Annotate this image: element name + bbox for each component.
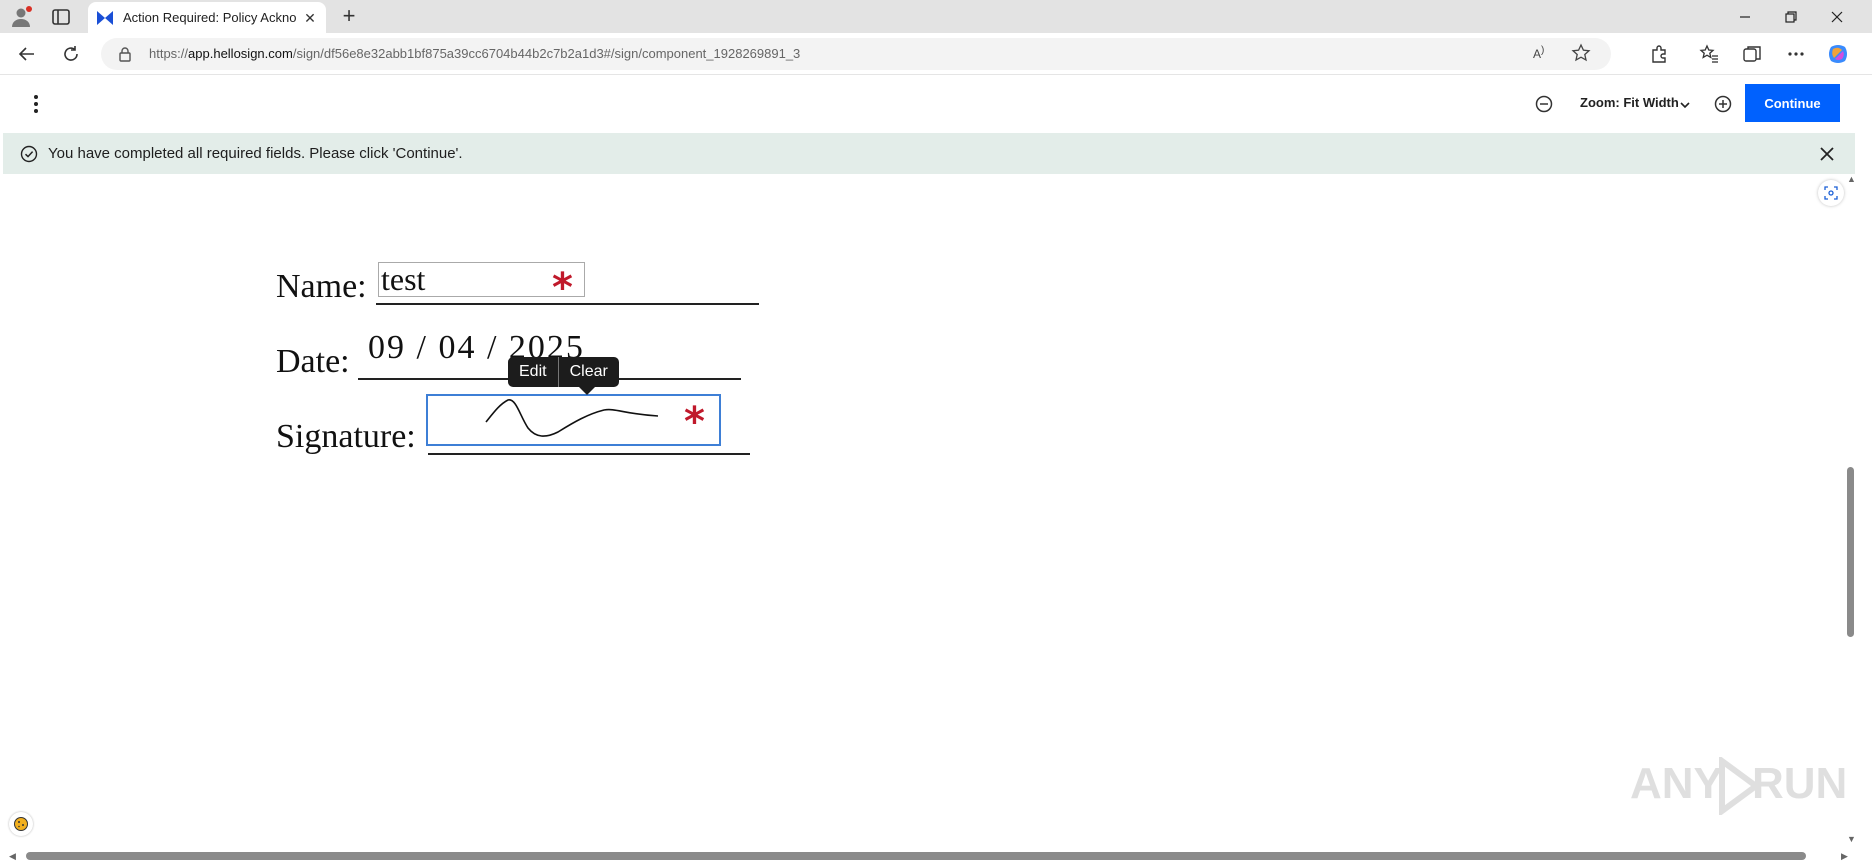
app-header: Zoom: Fit Width Continue xyxy=(0,75,1872,133)
extensions-icon[interactable] xyxy=(1647,42,1671,66)
clear-button[interactable]: Clear xyxy=(559,357,619,387)
favorites-icon[interactable] xyxy=(1697,42,1721,66)
watermark-text-left: ANY xyxy=(1630,759,1723,808)
watermark-text-right: RUN xyxy=(1752,759,1848,808)
address-bar[interactable]: https://app.hellosign.com/sign/df56e8e32… xyxy=(101,38,1611,70)
minimize-icon[interactable] xyxy=(1722,0,1768,33)
name-field[interactable]: test * xyxy=(378,261,585,308)
name-label: Name: xyxy=(276,268,367,305)
kebab-menu-icon[interactable] xyxy=(27,92,45,116)
vertical-scrollbar[interactable]: ▲ ▼ xyxy=(1845,174,1857,846)
tab-actions-icon[interactable] xyxy=(50,6,72,28)
tab-close-icon[interactable]: ✕ xyxy=(302,10,318,26)
anyrun-watermark: ANY RUN xyxy=(1630,757,1847,817)
horizontal-scroll-thumb[interactable] xyxy=(26,852,1806,860)
lock-icon[interactable] xyxy=(117,46,133,62)
continue-button[interactable]: Continue xyxy=(1745,84,1840,122)
date-label: Date: xyxy=(276,343,350,380)
new-tab-icon[interactable]: + xyxy=(337,5,361,29)
name-required-mark: * xyxy=(552,265,573,311)
check-circle-icon xyxy=(20,145,38,163)
hellosign-favicon-icon xyxy=(96,9,114,27)
browser-toolbar: https://app.hellosign.com/sign/df56e8e32… xyxy=(0,33,1872,75)
scan-icon[interactable] xyxy=(1818,180,1844,206)
reload-icon[interactable] xyxy=(59,42,83,66)
more-menu-icon[interactable] xyxy=(1784,42,1808,66)
signature-field[interactable]: * xyxy=(426,394,721,446)
zoom-out-icon[interactable] xyxy=(1534,94,1554,114)
cookie-settings-icon[interactable] xyxy=(9,812,33,836)
signature-required-mark: * xyxy=(684,399,705,445)
scroll-up-icon[interactable]: ▲ xyxy=(1847,174,1856,184)
completion-banner: You have completed all required fields. … xyxy=(3,133,1855,174)
back-arrow-icon[interactable] xyxy=(15,42,39,66)
restore-icon[interactable] xyxy=(1768,0,1814,33)
browser-tab-strip: Action Required: Policy Acknowle ✕ + xyxy=(0,0,1872,33)
active-tab[interactable]: Action Required: Policy Acknowle ✕ xyxy=(88,2,326,33)
read-aloud-icon[interactable]: A) xyxy=(1533,45,1553,63)
window-close-icon[interactable] xyxy=(1814,0,1860,33)
signature-tooltip: Edit Clear xyxy=(508,357,619,395)
chevron-down-icon[interactable] xyxy=(1679,98,1691,110)
banner-message: You have completed all required fields. … xyxy=(48,145,463,162)
zoom-in-icon[interactable] xyxy=(1713,94,1733,114)
favorite-star-icon[interactable] xyxy=(1571,43,1591,63)
copilot-icon[interactable] xyxy=(1826,42,1850,66)
profile-icon[interactable] xyxy=(10,5,34,29)
scroll-left-icon[interactable]: ◀ xyxy=(9,851,16,862)
scroll-down-icon[interactable]: ▼ xyxy=(1847,834,1856,844)
horizontal-scrollbar[interactable]: ◀ ▶ xyxy=(3,849,1855,863)
scroll-right-icon[interactable]: ▶ xyxy=(1841,851,1848,862)
url-text[interactable]: https://app.hellosign.com/sign/df56e8e32… xyxy=(149,46,800,61)
tab-title: Action Required: Policy Acknowle xyxy=(123,10,296,25)
vertical-scroll-thumb[interactable] xyxy=(1847,467,1854,637)
edit-button[interactable]: Edit xyxy=(508,357,558,387)
signature-drawing xyxy=(485,399,659,437)
signature-underline xyxy=(428,453,750,455)
zoom-select[interactable]: Zoom: Fit Width xyxy=(1580,95,1679,110)
banner-close-icon[interactable] xyxy=(1818,145,1836,163)
collections-icon[interactable] xyxy=(1740,42,1764,66)
signature-label: Signature: xyxy=(276,418,416,455)
tooltip-arrow xyxy=(578,386,596,395)
name-field-value: test xyxy=(381,261,426,297)
